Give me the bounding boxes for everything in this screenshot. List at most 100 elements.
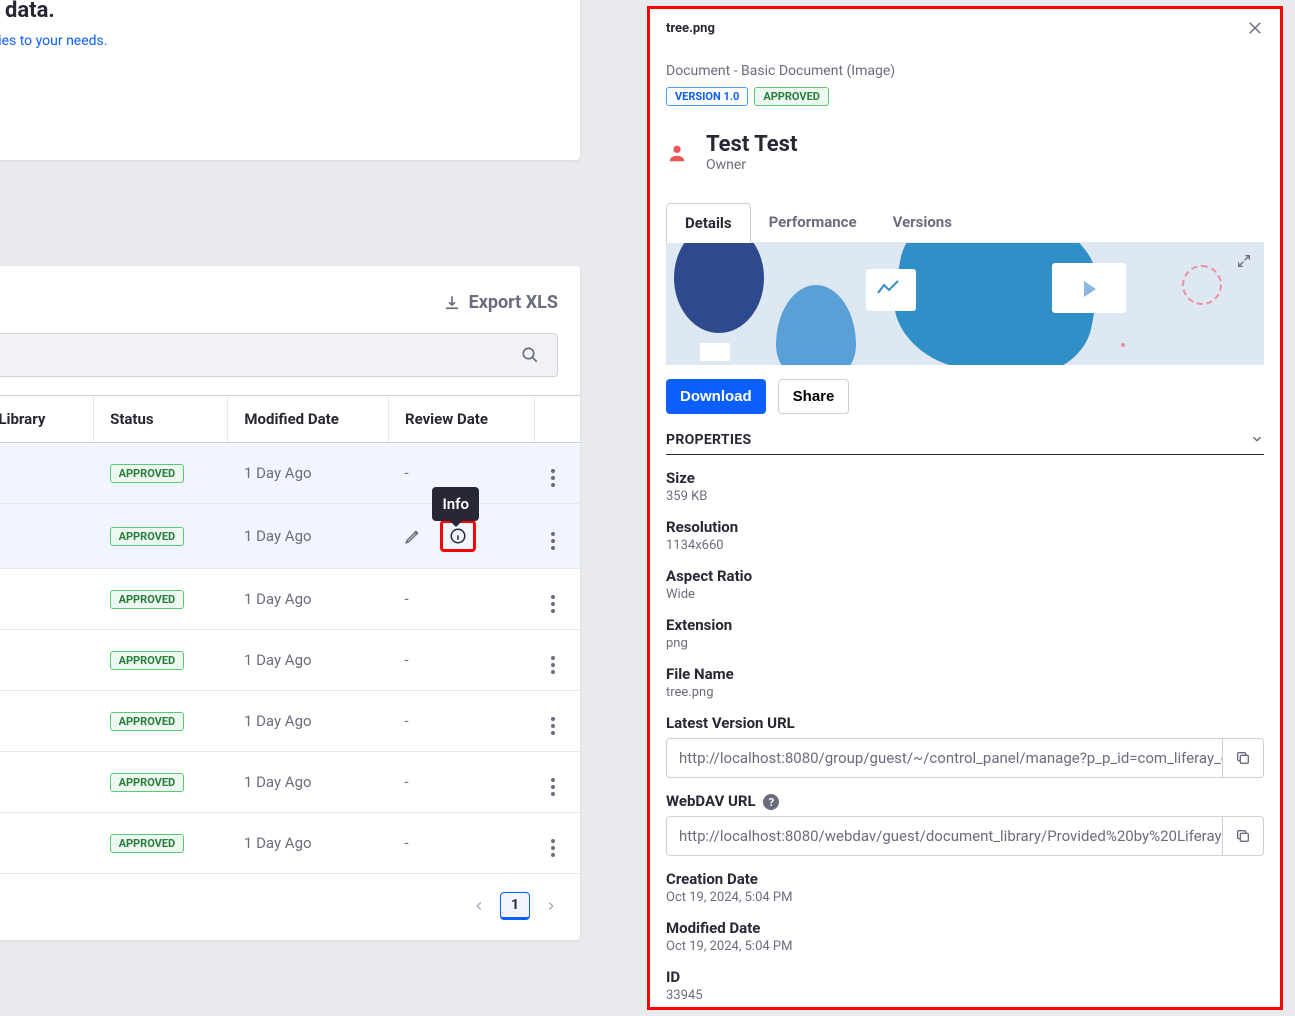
cell-modified: 1 Day Ago [228,752,389,813]
size-label: Size [666,469,1264,487]
table-row[interactable]: DXP APPROVED 1 Day Ago - [0,813,580,874]
owner-name: Test Test [706,132,797,157]
categories-link[interactable]: ategories to your needs. [0,33,107,49]
cell-review: - [388,752,534,813]
details-side-panel: tree.png Document - Basic Document (Imag… [647,6,1283,1010]
cell-review: - [388,691,534,752]
table-row[interactable]: DXP APPROVED 1 Day Ago - [0,691,580,752]
chevron-down-icon [1250,432,1264,448]
tab-versions[interactable]: Versions [875,203,970,242]
id-value: 33945 [666,988,1264,1003]
cell-review: Info [388,504,534,569]
cell-modified: 1 Day Ago [228,504,389,569]
row-menu-button[interactable] [551,532,555,550]
share-button[interactable]: Share [778,379,850,414]
table-card: Export XLS Asset Library Status Modified… [0,266,580,940]
cell-asset: DXP [0,752,94,813]
extension-value: png [666,636,1264,651]
id-label: ID [666,968,1264,986]
table-row[interactable]: DXP APPROVED 1 Day Ago - [0,752,580,813]
copy-url1-button[interactable] [1222,738,1264,778]
row-menu-button[interactable] [551,839,555,857]
table-row[interactable]: DXP APPROVED 1 Day Ago Info [0,504,580,569]
cell-asset: DXP [0,443,94,504]
avatar-icon [666,142,688,164]
info-icon-highlighted[interactable]: Info [440,520,476,552]
resolution-label: Resolution [666,518,1264,536]
cell-modified: 1 Day Ago [228,813,389,874]
status-badge: APPROVED [110,527,185,546]
properties-header[interactable]: PROPERTIES [666,432,1264,455]
status-badge: APPROVED [110,590,185,609]
tab-details[interactable]: Details [666,203,751,243]
copy-url2-button[interactable] [1222,816,1264,856]
size-value: 359 KB [666,489,1264,504]
col-actions [535,396,580,443]
col-review-date[interactable]: Review Date [388,396,534,443]
filename-value: tree.png [666,685,1264,700]
cell-asset: DXP [0,504,94,569]
copy-icon [1235,828,1251,844]
no-data-heading: s no data. [0,0,562,23]
aspect-value: Wide [666,587,1264,602]
current-page[interactable]: 1 [500,892,530,920]
export-xls-button[interactable]: Export XLS [443,292,558,313]
row-menu-button[interactable] [551,469,555,487]
info-tooltip: Info [432,487,479,521]
version-badge: VERSION 1.0 [666,87,748,106]
edit-icon[interactable] [404,527,422,545]
prev-page-button[interactable] [472,899,486,913]
cell-review: - [388,813,534,874]
properties-label: PROPERTIES [666,432,751,448]
expand-icon[interactable] [1236,253,1252,269]
row-menu-button[interactable] [551,595,555,613]
modified-label: Modified Date [666,919,1264,937]
aspect-label: Aspect Ratio [666,567,1264,585]
cell-modified: 1 Day Ago [228,569,389,630]
created-value: Oct 19, 2024, 5:04 PM [666,890,1264,905]
modified-value: Oct 19, 2024, 5:04 PM [666,939,1264,954]
resolution-value: 1134x660 [666,538,1264,553]
info-card: s no data. ategories to your needs. [0,0,580,160]
copy-icon [1235,750,1251,766]
export-label: Export XLS [469,292,558,313]
col-asset-library[interactable]: Asset Library [0,396,94,443]
cell-review: - [388,630,534,691]
help-icon[interactable]: ? [763,794,779,810]
tab-performance[interactable]: Performance [751,203,875,242]
cell-asset: DXP [0,569,94,630]
status-badge: APPROVED [110,834,185,853]
table-row[interactable]: DXP APPROVED 1 Day Ago - [0,569,580,630]
search-input[interactable] [0,333,558,377]
cell-asset: DXP [0,813,94,874]
panel-filename: tree.png [666,21,715,36]
cell-modified: 1 Day Ago [228,691,389,752]
status-badge: APPROVED [754,87,829,106]
preview-image [666,243,1264,365]
download-icon [443,294,461,312]
row-menu-button[interactable] [551,717,555,735]
row-menu-button[interactable] [551,778,555,796]
cell-modified: 1 Day Ago [228,630,389,691]
url2-label-text: WebDAV URL [666,792,756,810]
col-modified-date[interactable]: Modified Date [228,396,389,443]
status-badge: APPROVED [110,773,185,792]
url2-input[interactable]: http://localhost:8080/webdav/guest/docum… [666,816,1222,856]
table-row[interactable]: DXP APPROVED 1 Day Ago - [0,630,580,691]
download-button[interactable]: Download [666,379,766,414]
table-row[interactable]: DXP APPROVED 1 Day Ago - [0,443,580,504]
cell-asset: DXP [0,630,94,691]
filename-label: File Name [666,665,1264,683]
status-badge: APPROVED [110,651,185,670]
close-icon[interactable] [1246,19,1264,37]
row-menu-button[interactable] [551,656,555,674]
cell-modified: 1 Day Ago [228,443,389,504]
created-label: Creation Date [666,870,1264,888]
col-status[interactable]: Status [94,396,228,443]
url1-input[interactable]: http://localhost:8080/group/guest/~/cont… [666,738,1222,778]
info-icon [449,527,467,545]
extension-label: Extension [666,616,1264,634]
cell-review: - [388,569,534,630]
status-badge: APPROVED [110,464,185,483]
next-page-button[interactable] [544,899,558,913]
